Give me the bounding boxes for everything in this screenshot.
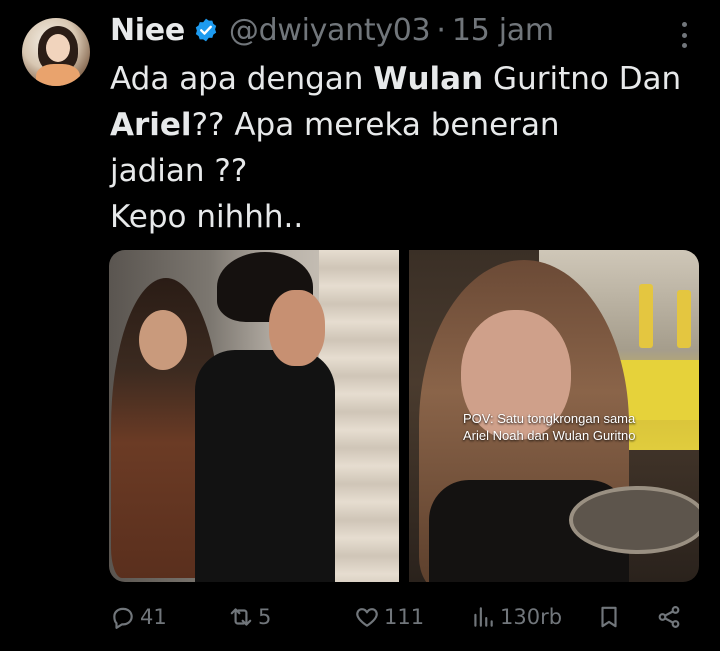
media-photo-right: POV: Satu tongkrongan sama Ariel Noah da… [409, 250, 699, 582]
bookmark-icon [601, 606, 617, 628]
tweet-text: Ada apa dengan Wulan Guritno Dan Ariel??… [110, 56, 700, 240]
author-handle[interactable]: @dwiyanty03 [229, 13, 431, 48]
avatar[interactable] [22, 18, 90, 86]
more-dot [681, 43, 687, 48]
media-photo-left [109, 250, 399, 582]
media-divider [399, 250, 409, 582]
more-dot [681, 32, 687, 38]
author-name[interactable]: Niee [110, 13, 185, 48]
avatar-face [46, 34, 70, 62]
table-lamp [639, 284, 653, 348]
man-face [269, 290, 325, 366]
woman-face [139, 310, 187, 370]
more-dots-icon[interactable] [674, 22, 694, 48]
share-button[interactable] [656, 598, 682, 636]
tweet-header: Niee @dwiyanty03 · 15 jam [110, 10, 554, 50]
man-body [195, 350, 335, 582]
timestamp[interactable]: 15 jam [452, 13, 554, 48]
repost-button[interactable]: 5 [228, 598, 271, 636]
reply-count: 41 [140, 605, 167, 629]
tweet-media[interactable]: POV: Satu tongkrongan sama Ariel Noah da… [109, 250, 699, 582]
repost-icon [230, 608, 252, 626]
verified-badge-icon [195, 18, 217, 42]
header-separator: · [436, 12, 446, 48]
tweet-text-line: Kepo nihhh.. [110, 199, 304, 235]
stool [569, 486, 699, 554]
share-icon [658, 606, 680, 628]
tweet-text-line: Ada apa dengan Wulan Guritno Dan [110, 61, 682, 97]
caption-line: POV: Satu tongkrongan sama [463, 411, 636, 426]
media-caption: POV: Satu tongkrongan sama Ariel Noah da… [463, 410, 635, 444]
mention-bold: Ariel [110, 107, 192, 143]
reply-button[interactable]: 41 [110, 598, 167, 636]
views-icon [474, 607, 493, 627]
bookmark-button[interactable] [596, 598, 622, 636]
tweet-text-line: Ariel?? Apa mereka beneran [110, 107, 560, 143]
more-dot [681, 22, 687, 27]
avatar-body [36, 64, 80, 86]
views-count: 130rb [500, 605, 563, 629]
views-button[interactable]: 130rb [470, 598, 562, 636]
table-lamp [677, 290, 691, 348]
action-bar: 41 5 111 130rb [110, 598, 700, 636]
mention-bold: Wulan [373, 61, 484, 97]
heart-icon [356, 608, 378, 627]
repost-count: 5 [258, 605, 272, 629]
like-count: 111 [384, 605, 425, 629]
like-button[interactable]: 111 [354, 598, 424, 636]
caption-line: Ariel Noah dan Wulan Guritno [463, 428, 636, 443]
reply-icon [113, 607, 133, 629]
tweet-text-line: jadian ?? [110, 153, 248, 189]
